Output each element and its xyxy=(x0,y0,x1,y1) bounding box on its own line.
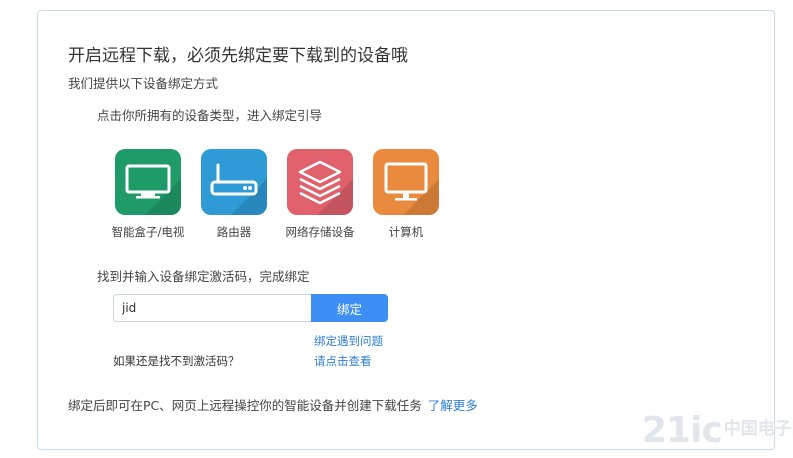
learn-more-link[interactable]: 了解更多 xyxy=(428,398,478,413)
device-label: 计算机 xyxy=(388,225,424,239)
device-computer[interactable]: 计算机 xyxy=(373,149,439,239)
storage-layers-icon[interactable] xyxy=(287,149,353,215)
bind-problem-link[interactable]: 绑定遇到问题 xyxy=(314,333,383,349)
router-icon[interactable] xyxy=(201,149,267,215)
bind-device-card: 开启远程下载，必须先绑定要下载到的设备哦 我们提供以下设备绑定方式 点击你所拥有… xyxy=(37,10,775,450)
device-label: 网络存储设备 xyxy=(285,225,355,239)
device-network-storage[interactable]: 网络存储设备 xyxy=(286,149,355,239)
footer-note: 绑定后即可在PC、网页上远程操控你的智能设备并创建下载任务 了解更多 xyxy=(68,395,478,414)
bind-button[interactable]: 绑定 xyxy=(311,294,388,322)
device-label: 智能盒子/电视 xyxy=(111,225,185,239)
device-smart-box-tv[interactable]: 智能盒子/电视 xyxy=(112,149,184,239)
tv-icon[interactable] xyxy=(115,149,181,215)
device-label: 路由器 xyxy=(216,225,252,239)
check-help-link[interactable]: 请点击查看 xyxy=(314,353,372,369)
device-type-hint: 点击你所拥有的设备类型，进入绑定引导 xyxy=(97,108,323,123)
code-not-found-text: 如果还是找不到激活码？ xyxy=(113,354,240,368)
page-subtitle: 我们提供以下设备绑定方式 xyxy=(68,76,219,91)
device-router[interactable]: 路由器 xyxy=(201,149,267,239)
page-title: 开启远程下载，必须先绑定要下载到的设备哦 xyxy=(68,46,408,66)
footer-text: 绑定后即可在PC、网页上远程操控你的智能设备并创建下载任务 xyxy=(68,398,422,413)
activation-title: 找到并输入设备绑定激活码，完成绑定 xyxy=(97,269,310,284)
activation-code-input[interactable] xyxy=(113,294,311,322)
monitor-icon[interactable] xyxy=(373,149,439,215)
